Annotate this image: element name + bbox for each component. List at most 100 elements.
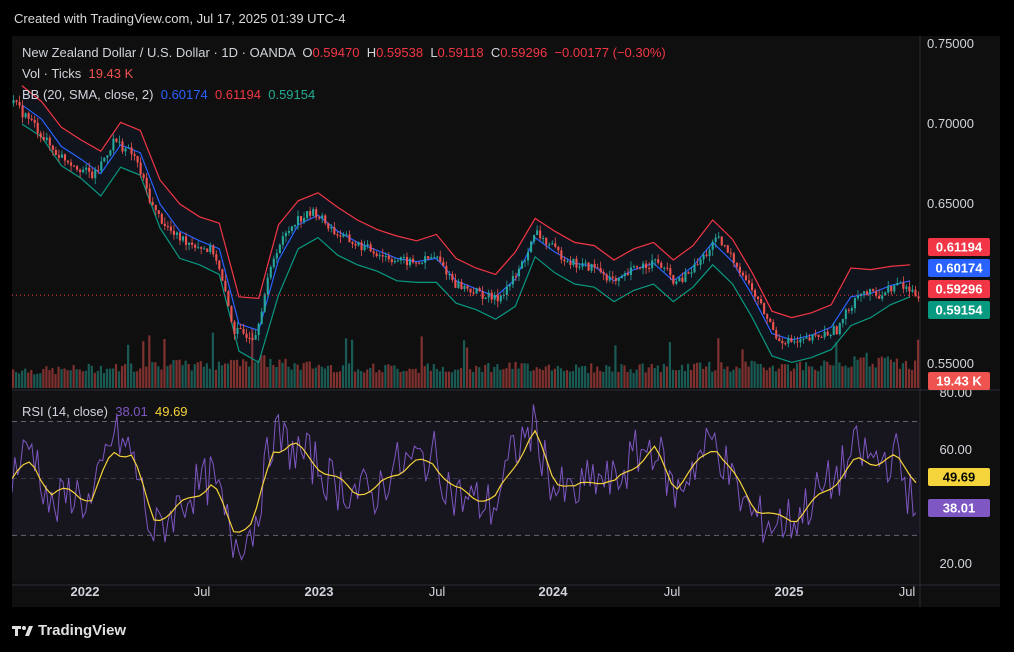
candle-body	[272, 258, 275, 268]
volume-bar	[774, 371, 777, 388]
volume-bar	[93, 372, 96, 388]
bb-legend[interactable]: BB (20, SMA, close, 2) 0.60174 0.61194 0…	[22, 87, 315, 102]
bollinger-bands	[21, 85, 911, 364]
volume-bar	[883, 357, 886, 388]
candle-body	[42, 137, 45, 140]
candle-body	[309, 211, 312, 216]
volume-bar	[550, 370, 553, 388]
volume-bar	[490, 372, 493, 388]
volume-bar	[226, 363, 230, 388]
volume-bar	[611, 371, 614, 388]
candle-body	[663, 267, 666, 269]
volume-bar	[21, 370, 24, 388]
candle-body	[496, 295, 499, 302]
candle-body	[127, 147, 130, 149]
candle-body	[638, 267, 642, 269]
candle-body	[372, 251, 375, 254]
volume-bar	[714, 370, 717, 388]
candle-body	[732, 253, 735, 263]
candle-body	[778, 338, 781, 342]
chart-panel[interactable]: 0.75000 0.70000 0.65000 0.55000 80.00 60.00 20…	[11, 36, 1000, 607]
volume-bar	[577, 367, 581, 388]
open-label: O	[302, 45, 313, 60]
volume-bar	[529, 371, 532, 388]
volume-bar	[175, 360, 178, 388]
volume-bar	[105, 368, 109, 388]
candle-body	[526, 251, 530, 261]
volume-bar	[338, 371, 342, 388]
volume-bar	[123, 364, 127, 388]
candle-body	[581, 263, 584, 267]
volume-bar	[892, 362, 895, 388]
volume-bar	[117, 371, 121, 388]
price-chart-svg[interactable]: 0.750000.700000.650000.5500080.0060.0020…	[11, 36, 1000, 607]
volume-bar	[184, 360, 187, 388]
candle-body	[239, 328, 242, 330]
candle-body	[21, 105, 24, 118]
volume-bar	[45, 366, 48, 388]
candle-body	[296, 216, 300, 225]
candle-body	[539, 230, 542, 239]
volume-bar	[674, 370, 678, 388]
candle-body	[575, 258, 578, 268]
volume-bar	[72, 365, 75, 388]
candle-body	[696, 264, 699, 266]
candle-body	[675, 281, 678, 284]
volume-bar	[756, 363, 759, 388]
time-axis-tick: Jul	[194, 584, 211, 599]
volume-bar	[559, 368, 563, 388]
rsi-band-fill	[12, 421, 920, 536]
low-label: L	[430, 45, 438, 60]
time-axis-tick: 2023	[305, 584, 334, 599]
candle-body	[76, 166, 79, 170]
candle-body	[729, 252, 732, 254]
volume-bar	[871, 363, 874, 388]
volume-legend[interactable]: Vol · Ticks 19.43 K	[22, 66, 133, 81]
volume-bar	[820, 365, 823, 388]
candle-body	[303, 218, 306, 222]
volume-bar	[484, 364, 487, 388]
volume-bar	[795, 363, 799, 388]
volume-bar	[469, 369, 472, 388]
tradingview-logo[interactable]: TradingView	[12, 622, 126, 639]
candle-body	[869, 289, 872, 295]
volume-bar	[656, 365, 659, 388]
volume-bar	[75, 369, 78, 388]
volume-bar	[84, 370, 87, 388]
candle-body	[899, 282, 902, 284]
candle-body	[590, 263, 593, 271]
candle-body	[850, 308, 853, 311]
candle-body	[269, 267, 272, 278]
candle-body	[847, 309, 850, 311]
candle-body	[823, 331, 826, 338]
volume-bar	[808, 366, 811, 388]
candle-body	[136, 155, 139, 163]
candle-body	[617, 278, 620, 282]
candle-body	[206, 248, 209, 252]
candle-body	[454, 279, 457, 288]
volume-bar	[275, 366, 278, 388]
volume-bar	[907, 368, 911, 388]
volume-badge: 19.43 K	[936, 374, 982, 389]
candle-body	[635, 266, 639, 268]
volume-bar	[166, 366, 169, 388]
candle-body	[744, 275, 748, 281]
candle-body	[687, 272, 690, 274]
volume-bar	[257, 360, 260, 388]
volume-bar	[726, 366, 729, 388]
candle-body	[826, 331, 829, 336]
volume-bar	[217, 361, 221, 388]
volume-bar	[329, 365, 333, 388]
candle-body	[94, 169, 97, 179]
rsi-legend[interactable]: RSI (14, close) 38.01 49.69	[22, 404, 188, 419]
symbol-legend[interactable]: New Zealand Dollar / U.S. Dollar · 1D · …	[22, 45, 666, 60]
volume-bar	[599, 371, 602, 388]
volume-bar	[178, 359, 181, 388]
volume-bar	[832, 365, 835, 388]
candle-body	[384, 255, 387, 257]
candle-body	[424, 256, 427, 263]
candle-body	[115, 138, 118, 142]
candle-body	[124, 148, 127, 152]
candle-body	[690, 272, 693, 274]
candle-body	[817, 334, 820, 337]
